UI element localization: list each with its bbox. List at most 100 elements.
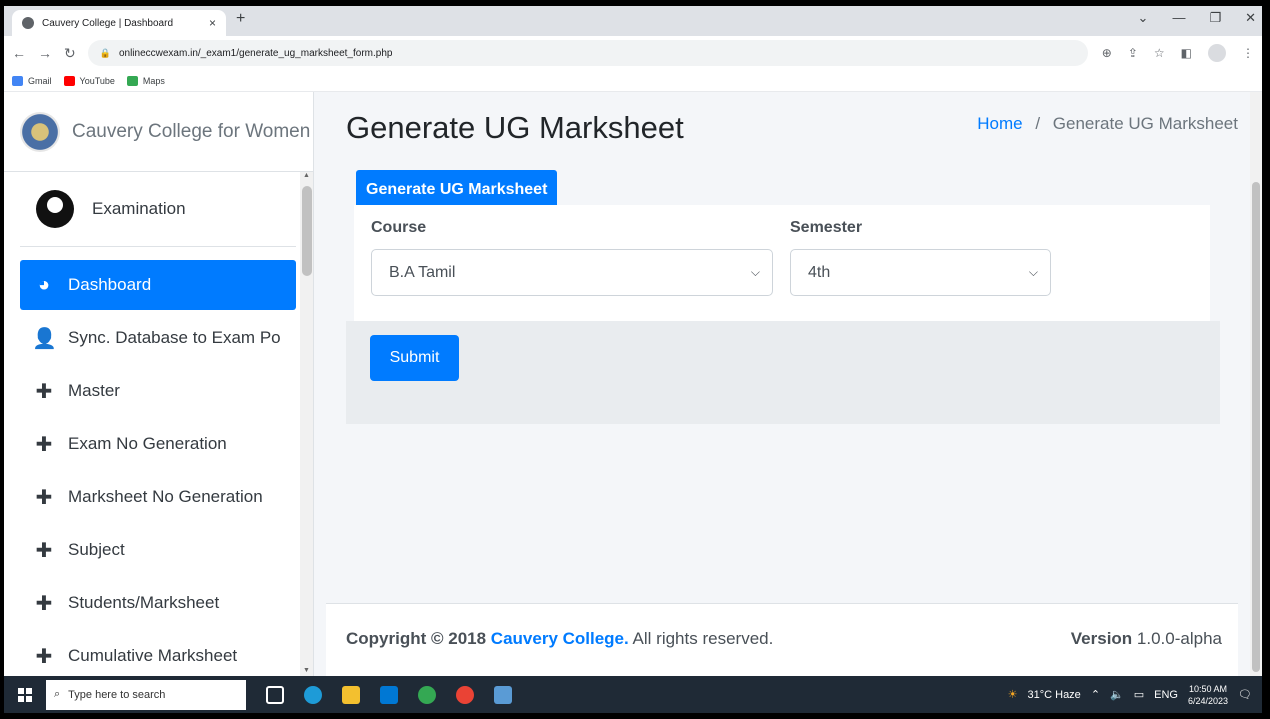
page-title: Generate UG Marksheet: [346, 110, 684, 145]
marksheet-form: Course B.A Tamil ⌵ Semester 4th ⌵: [354, 205, 1210, 321]
restore-icon[interactable]: ❐: [1209, 10, 1221, 26]
taskbar-search-placeholder: Type here to search: [68, 688, 166, 701]
clock-time: 10:50 AM: [1188, 683, 1228, 694]
breadcrumb-home-link[interactable]: Home: [977, 114, 1022, 133]
college-logo: [20, 111, 60, 152]
plus-icon: ✚: [35, 380, 53, 403]
page-scroll-thumb[interactable]: [1252, 182, 1260, 672]
task-view-icon[interactable]: [266, 685, 284, 704]
scroll-down-arrow-icon[interactable]: ▼: [303, 667, 310, 674]
windows-start-icon[interactable]: [14, 684, 36, 706]
maps-icon: [126, 75, 138, 86]
taskbar-apps: [266, 685, 512, 704]
minimize-icon[interactable]: —: [1172, 10, 1185, 26]
chrome-icon[interactable]: [418, 685, 436, 704]
sidebar-item-exam-no-generation[interactable]: ✚ Exam No Generation: [20, 419, 296, 469]
sidebar-item-master[interactable]: ✚ Master: [20, 366, 296, 416]
semester-select-value: 4th: [808, 263, 831, 281]
breadcrumb-current: Generate UG Marksheet: [1052, 114, 1238, 133]
reload-icon[interactable]: ↻: [64, 45, 76, 62]
address-bar[interactable]: 🔒 onlineccwexam.in/_exam1/generate_ug_ma…: [87, 40, 1088, 66]
url-text: onlineccwexam.in/_exam1/generate_ug_mark…: [118, 47, 393, 59]
chrome-profile-icon[interactable]: [456, 685, 474, 704]
sidebar-item-cumulative-marksheet[interactable]: ✚ Cumulative Marksheet: [20, 631, 296, 676]
chevron-down-icon: ⌵: [750, 265, 760, 279]
notifications-icon[interactable]: 🗨: [1238, 688, 1252, 701]
chevron-down-icon: ⌵: [1028, 265, 1038, 279]
bookmark-star-icon[interactable]: ☆: [1154, 46, 1165, 60]
course-select[interactable]: B.A Tamil ⌵: [371, 249, 773, 296]
file-explorer-icon[interactable]: [342, 685, 360, 704]
youtube-icon: [63, 75, 75, 86]
breadcrumb: Home / Generate UG Marksheet: [977, 114, 1238, 134]
zoom-icon[interactable]: ⊕: [1102, 46, 1112, 60]
tab-strip: Cauvery College | Dashboard × + ⌄ — ❐ ✕: [4, 6, 1262, 36]
close-window-icon[interactable]: ✕: [1245, 10, 1256, 26]
bookmark-gmail[interactable]: Gmail: [12, 75, 52, 86]
sidebar-item-sync-database[interactable]: 👤 Sync. Database to Exam Po: [20, 313, 296, 363]
user-panel[interactable]: Examination: [20, 172, 296, 247]
weather-text[interactable]: 31°C Haze: [1027, 689, 1080, 701]
menu-kebab-icon[interactable]: ⋮: [1242, 46, 1254, 60]
tachometer-icon: ◕: [37, 273, 51, 296]
sidebar-nav: ◕ Dashboard 👤 Sync. Database to Exam Po …: [20, 260, 296, 676]
taskbar-search-box[interactable]: ⌕ Type here to search: [46, 679, 246, 710]
network-icon[interactable]: ▭: [1134, 688, 1144, 701]
form-footer: Submit: [346, 321, 1220, 424]
windows-taskbar: ⌕ Type here to search ☀ 31°C Haze ⌃ 🔈 ▭ …: [4, 676, 1262, 713]
browser-tab[interactable]: Cauvery College | Dashboard ×: [12, 10, 226, 36]
user-plus-icon: 👤: [32, 327, 57, 350]
notepad-icon[interactable]: [494, 685, 512, 704]
bookmark-youtube[interactable]: YouTube: [63, 75, 115, 86]
globe-icon: [22, 17, 34, 29]
sidebar-item-students-marksheet[interactable]: ✚ Students/Marksheet: [20, 578, 296, 628]
version-value: 1.0.0-alpha: [1136, 629, 1222, 648]
plus-icon: ✚: [35, 486, 53, 509]
bookmark-maps[interactable]: Maps: [126, 75, 165, 86]
college-link[interactable]: Cauvery College.: [491, 629, 629, 648]
store-icon[interactable]: [380, 685, 398, 704]
scroll-up-arrow-icon[interactable]: ▲: [303, 172, 310, 179]
browser-window: Cauvery College | Dashboard × + ⌄ — ❐ ✕ …: [4, 6, 1262, 713]
back-icon[interactable]: ←: [12, 45, 26, 61]
brand-link[interactable]: Cauvery College for Women: [4, 92, 313, 172]
close-tab-icon[interactable]: ×: [209, 16, 216, 30]
tab-search-icon[interactable]: ⌄: [1138, 10, 1149, 26]
volume-icon[interactable]: 🔈: [1110, 688, 1124, 701]
taskbar-clock[interactable]: 10:50 AM 6/24/2023: [1188, 683, 1228, 707]
headset-user-avatar: [36, 190, 74, 228]
profile-icon[interactable]: [1208, 44, 1226, 62]
semester-select[interactable]: 4th ⌵: [790, 249, 1051, 296]
search-icon: ⌕: [54, 688, 61, 700]
sidebar-item-marksheet-no-generation[interactable]: ✚ Marksheet No Generation: [20, 472, 296, 522]
card-header-tab: Generate UG Marksheet: [356, 170, 558, 210]
bookmarks-bar: Gmail YouTube Maps: [4, 70, 1262, 92]
course-select-value: B.A Tamil: [389, 263, 456, 281]
forward-icon[interactable]: →: [38, 45, 52, 61]
sidebar-item-subject[interactable]: ✚ Subject: [20, 525, 296, 575]
submit-button[interactable]: Submit: [370, 335, 459, 381]
sidebar-scroll-thumb[interactable]: [302, 186, 312, 276]
main-content: Generate UG Marksheet Home / Generate UG…: [326, 92, 1238, 676]
share-icon[interactable]: ⇪: [1128, 46, 1138, 60]
copyright-prefix: Copyright © 2018: [346, 629, 487, 648]
plus-icon: ✚: [35, 645, 53, 668]
page-footer: Copyright © 2018 Cauvery College. All ri…: [326, 603, 1238, 676]
page-scrollbar[interactable]: [1250, 92, 1262, 676]
sidebar-scrollbar[interactable]: ▲ ▼: [300, 172, 313, 676]
plus-icon: ✚: [35, 433, 53, 456]
clock-date: 6/24/2023: [1187, 695, 1229, 706]
edge-icon[interactable]: [304, 685, 322, 704]
sidebar-item-dashboard[interactable]: ◕ Dashboard: [20, 260, 296, 310]
course-label: Course: [371, 219, 427, 236]
semester-label: Semester: [790, 219, 863, 236]
side-panel-icon[interactable]: ◧: [1181, 46, 1192, 60]
new-tab-button[interactable]: +: [236, 10, 245, 28]
language-indicator[interactable]: ENG: [1154, 689, 1178, 701]
browser-toolbar: ← → ↻ 🔒 onlineccwexam.in/_exam1/generate…: [4, 36, 1262, 70]
plus-icon: ✚: [35, 592, 53, 615]
rights-text: All rights reserved.: [632, 629, 774, 648]
tray-chevron-icon[interactable]: ⌃: [1091, 688, 1100, 701]
sidebar: Cauvery College for Women Examination ◕ …: [4, 92, 314, 676]
page-viewport: Cauvery College for Women Examination ◕ …: [4, 92, 1262, 676]
